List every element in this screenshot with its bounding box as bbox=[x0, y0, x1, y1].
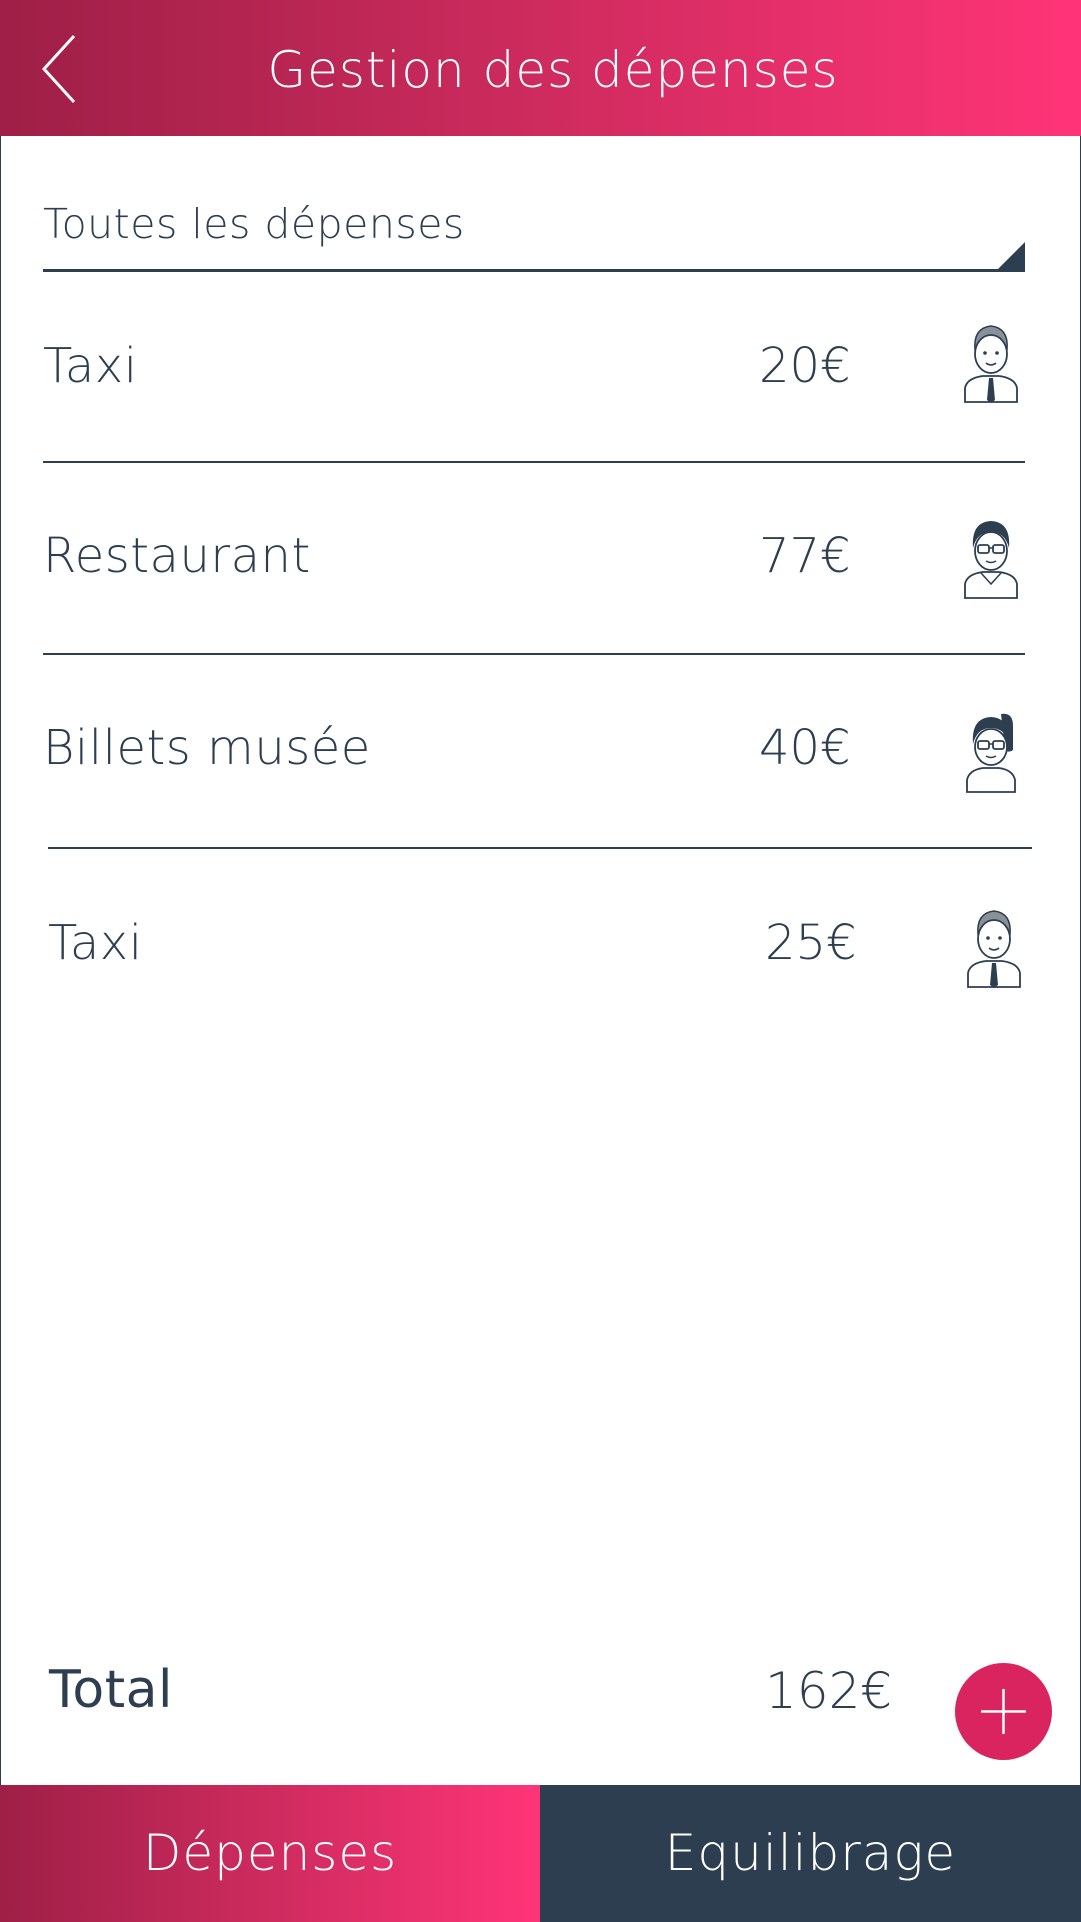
filter-underline bbox=[43, 269, 1025, 272]
expense-label: Taxi bbox=[43, 338, 138, 394]
row-divider bbox=[43, 653, 1025, 655]
expense-row[interactable]: Billets musée 40€ bbox=[43, 692, 1025, 812]
expense-amount: 20€ bbox=[759, 338, 851, 394]
row-divider bbox=[48, 847, 1032, 849]
add-expense-button[interactable] bbox=[955, 1663, 1052, 1760]
expense-row[interactable]: Restaurant 77€ bbox=[43, 500, 1025, 620]
page-title: Gestion des dépenses bbox=[267, 41, 839, 99]
app-header: Gestion des dépenses bbox=[0, 0, 1081, 136]
total-label: Total bbox=[49, 1660, 173, 1720]
expense-amount: 77€ bbox=[759, 528, 851, 584]
tab-equilibrage[interactable]: Equilibrage bbox=[540, 1785, 1081, 1922]
plus-icon bbox=[981, 1689, 1026, 1734]
expense-label: Restaurant bbox=[43, 528, 311, 584]
expense-filter-dropdown[interactable]: Toutes les dépenses bbox=[43, 190, 1025, 272]
dropdown-caret-icon bbox=[997, 242, 1025, 270]
expense-row[interactable]: Taxi 25€ bbox=[48, 887, 1032, 1007]
total-amount: 162€ bbox=[765, 1662, 893, 1720]
filter-selected-value: Toutes les dépenses bbox=[43, 200, 465, 248]
expense-label: Taxi bbox=[48, 915, 143, 971]
man-with-tie-avatar-icon bbox=[964, 905, 1024, 989]
expense-row[interactable]: Taxi 20€ bbox=[43, 310, 1025, 430]
row-divider bbox=[43, 461, 1025, 463]
expense-amount: 40€ bbox=[759, 720, 851, 776]
man-with-tie-avatar-icon bbox=[961, 320, 1021, 404]
woman-with-glasses-avatar-icon bbox=[961, 710, 1021, 794]
man-with-glasses-avatar-icon bbox=[961, 516, 1021, 600]
tab-depenses[interactable]: Dépenses bbox=[0, 1785, 540, 1922]
expense-amount: 25€ bbox=[765, 915, 857, 971]
expense-label: Billets musée bbox=[43, 720, 371, 776]
